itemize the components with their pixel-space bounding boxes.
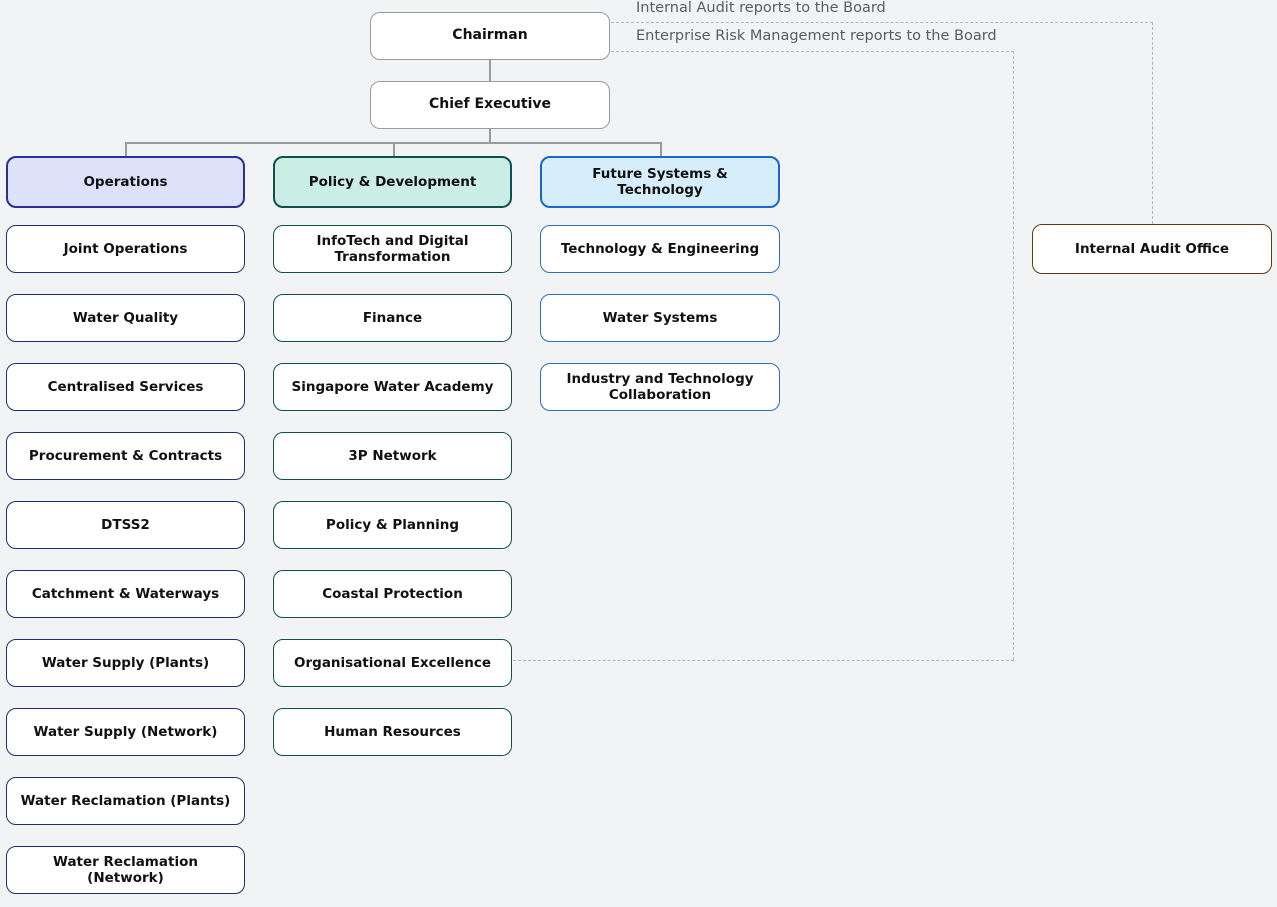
unit-label: Human Resources [324, 723, 461, 740]
unit-operations-0[interactable]: Joint Operations [6, 225, 245, 273]
unit-operations-9[interactable]: Water Reclamation (Network) [6, 846, 245, 894]
unit-label: Technology & Engineering [560, 240, 760, 257]
dash-erm-h-top [611, 51, 1014, 52]
unit-label: Water Systems [602, 309, 718, 326]
unit-label: Water Reclamation (Network) [53, 853, 198, 886]
unit-label: Procurement & Contracts [28, 447, 223, 464]
unit-operations-8[interactable]: Water Reclamation (Plants) [6, 777, 245, 825]
unit-operations-3[interactable]: Procurement & Contracts [6, 432, 245, 480]
connector-ce-down [489, 129, 491, 143]
unit-label: Coastal Protection [322, 585, 463, 602]
dash-internal-audit-v [1152, 22, 1153, 224]
unit-operations-4[interactable]: DTSS2 [6, 501, 245, 549]
chairman-label: Chairman [452, 27, 528, 44]
unit-label: Singapore Water Academy [291, 378, 494, 395]
unit-label: 3P Network [348, 447, 437, 464]
unit-future-systems-technology-0[interactable]: Technology & Engineering [540, 225, 780, 273]
column-head-label-policy-development: Policy & Development [308, 173, 477, 190]
unit-policy-development-0[interactable]: InfoTech and Digital Transformation [273, 225, 512, 273]
unit-label: Water Reclamation (Plants) [20, 792, 231, 809]
column-head-policy-development[interactable]: Policy & Development [273, 156, 512, 208]
unit-label: Centralised Services [47, 378, 204, 395]
unit-future-systems-technology-1[interactable]: Water Systems [540, 294, 780, 342]
dash-erm-v [1013, 51, 1014, 660]
unit-future-systems-technology-2[interactable]: Industry and Technology Collaboration [540, 363, 780, 411]
dash-erm-h-bottom [513, 660, 1014, 661]
internal-audit-note: Internal Audit reports to the Board [636, 0, 886, 16]
connector-chairman-ce [489, 60, 491, 81]
unit-label: Industry and Technology Collaboration [566, 370, 754, 403]
unit-label: Water Supply (Plants) [41, 654, 210, 671]
column-head-label-future-systems-technology: Future Systems & Technology [592, 165, 728, 198]
unit-label: Joint Operations [63, 240, 188, 257]
column-head-operations[interactable]: Operations [6, 156, 245, 208]
unit-label: Water Quality [72, 309, 179, 326]
unit-label: Finance [362, 309, 423, 326]
unit-label: Organisational Excellence [294, 654, 491, 671]
org-chart-canvas: Chairman Chief Executive Operations Joint O… [0, 0, 1277, 907]
unit-label: DTSS2 [101, 516, 150, 533]
unit-operations-5[interactable]: Catchment & Waterways [6, 570, 245, 618]
unit-operations-7[interactable]: Water Supply (Network) [6, 708, 245, 756]
unit-policy-development-6[interactable]: Organisational Excellence [273, 639, 512, 687]
unit-label: Catchment & Waterways [31, 585, 220, 602]
unit-label: Policy & Planning [325, 516, 460, 533]
unit-policy-development-2[interactable]: Singapore Water Academy [273, 363, 512, 411]
unit-label: InfoTech and Digital Transformation [316, 232, 469, 265]
unit-operations-2[interactable]: Centralised Services [6, 363, 245, 411]
internal-audit-office-label: Internal Audit Office [1074, 240, 1230, 257]
connector-drop-operations [125, 142, 127, 156]
unit-policy-development-7[interactable]: Human Resources [273, 708, 512, 756]
unit-operations-6[interactable]: Water Supply (Plants) [6, 639, 245, 687]
erm-note: Enterprise Risk Management reports to th… [636, 28, 997, 44]
unit-policy-development-4[interactable]: Policy & Planning [273, 501, 512, 549]
unit-policy-development-3[interactable]: 3P Network [273, 432, 512, 480]
dash-internal-audit-h [611, 22, 1153, 23]
connector-drop-future [660, 142, 662, 156]
internal-audit-office-box[interactable]: Internal Audit Office [1032, 224, 1272, 274]
connector-drop-policy [393, 142, 395, 156]
unit-operations-1[interactable]: Water Quality [6, 294, 245, 342]
unit-label: Water Supply (Network) [33, 723, 218, 740]
column-head-future-systems-technology[interactable]: Future Systems & Technology [540, 156, 780, 208]
unit-policy-development-5[interactable]: Coastal Protection [273, 570, 512, 618]
unit-policy-development-1[interactable]: Finance [273, 294, 512, 342]
chief-executive-label: Chief Executive [429, 96, 551, 113]
column-head-label-operations: Operations [83, 173, 168, 190]
chairman-box[interactable]: Chairman [370, 12, 610, 60]
chief-executive-box[interactable]: Chief Executive [370, 81, 610, 129]
